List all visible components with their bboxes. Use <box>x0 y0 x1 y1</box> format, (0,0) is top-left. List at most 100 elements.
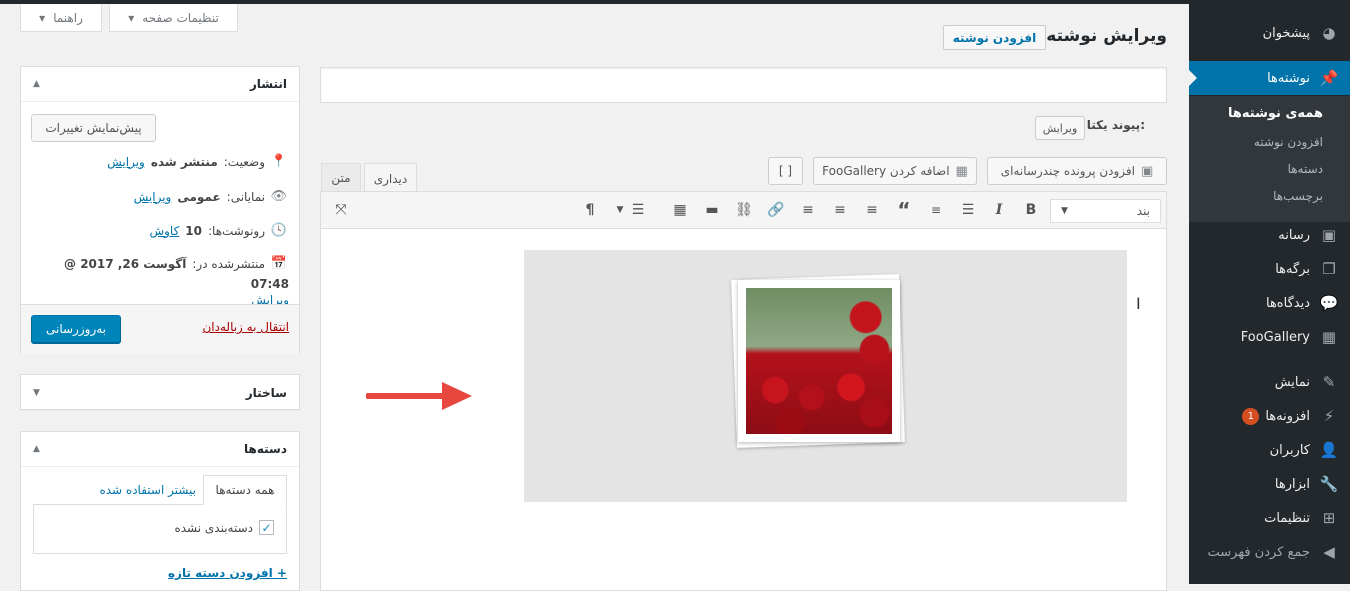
status-edit-link[interactable]: ویرایش <box>107 155 145 169</box>
brush-icon: ✎ <box>1322 373 1336 391</box>
checkbox-checked-icon[interactable]: ✓ <box>259 520 274 535</box>
pages-icon: ❐ <box>1322 260 1336 278</box>
menu-item-appearance[interactable]: ✎ نمایش <box>1189 365 1350 399</box>
toggle-up-icon[interactable]: ▲ <box>33 79 40 89</box>
menu-item-settings[interactable]: ⊞ تنظیمات <box>1189 501 1350 535</box>
wrench-icon: 🔧 <box>1319 475 1339 493</box>
media-icon: ▣ <box>1321 226 1337 244</box>
update-button[interactable]: به‌روزرسانی <box>31 315 121 343</box>
chevron-down-icon: ▾ <box>39 10 46 25</box>
menu-item-tools[interactable]: 🔧 ابزارها <box>1189 467 1350 501</box>
visibility-edit-link[interactable]: ویرایش <box>134 190 172 204</box>
categories-box-title: دسته‌ها <box>244 442 287 456</box>
add-media-button[interactable]: ▣ افزودن پرونده چندرسانه‌ای <box>987 157 1167 185</box>
published-date-row: 📅 منتشرشده در: آگوست 26, 2017 @ <box>64 256 287 271</box>
italic-icon[interactable]: I <box>988 200 1010 220</box>
add-new-category-link[interactable]: + افزودن دسته تازه <box>168 566 287 580</box>
published-time-row: 07:48 <box>250 277 289 291</box>
toggle-up-icon[interactable]: ▲ <box>33 444 40 454</box>
menu-collapse[interactable]: ◀ جمع کردن فهرست <box>1189 535 1350 569</box>
visibility-row: 👁 نمایانی: عمومی ویرایش <box>133 189 287 204</box>
menu-item-comments[interactable]: 💬 دیدگاه‌ها <box>1189 286 1350 320</box>
gallery-icon: ▦ <box>1321 328 1337 346</box>
dashboard-icon: ◕ <box>1322 24 1336 42</box>
editor-toolbar: بند ▼ B I ☰ ≡ “ ≡ ≡ ≡ 🔗 ⛓ ▬ ▦ ☰ ▼ ¶ ⤧ <box>321 192 1166 229</box>
publish-box: انتشار ▲ پیش‌نمایش تغییرات 📍 وضعیت: منتشر ش… <box>20 66 300 354</box>
plugin-icon: ⚡ <box>1323 407 1335 425</box>
pin-icon: 📍 <box>270 154 287 169</box>
posts-submenu: همه‌ی نوشته‌ها افزودن نوشته دسته‌ها برچس… <box>1189 96 1350 222</box>
red-arrow-annotation <box>366 382 472 410</box>
toggle-down-icon[interactable]: ▼ <box>33 388 40 398</box>
comments-icon: 💬 <box>1319 294 1339 312</box>
collapse-icon: ◀ <box>1323 543 1335 561</box>
gallery-image <box>738 280 900 442</box>
page-title: ویرایش نوشته <box>1046 26 1167 46</box>
menu-item-posts[interactable]: 📌 نوشته‌ها <box>1189 61 1350 95</box>
post-title-input[interactable] <box>320 67 1167 103</box>
structure-box: ساختار ▼ <box>20 374 300 410</box>
align-right-icon[interactable]: ≡ <box>797 200 819 220</box>
history-icon: 🕓 <box>270 223 287 238</box>
paragraph-icon[interactable]: ¶ <box>579 200 601 220</box>
category-list: ✓ دسته‌بندی نشده <box>33 504 287 554</box>
tab-visual[interactable]: دیداری <box>364 163 417 193</box>
fullscreen-icon[interactable]: ⤧ <box>330 200 352 220</box>
submenu-all-posts[interactable]: همه‌ی نوشته‌ها <box>1228 106 1323 121</box>
chevron-down-icon: ▾ <box>128 10 135 25</box>
text-cursor-icon: I <box>1136 294 1141 313</box>
tab-most-used[interactable]: بیشتر استفاده شده <box>99 483 196 497</box>
submenu-tags[interactable]: برچسب‌ها <box>1273 189 1323 203</box>
tab-all-categories[interactable]: همه دسته‌ها <box>203 475 287 505</box>
gallery-icon: ▦ <box>955 163 968 179</box>
align-left-icon[interactable]: ≡ <box>861 200 883 220</box>
foogallery-preview[interactable] <box>524 250 1127 502</box>
permalink-edit-button[interactable]: ویرایش <box>1035 116 1085 140</box>
submenu-add-post[interactable]: افزودن نوشته <box>1254 135 1323 149</box>
status-row: 📍 وضعیت: منتشر شده ویرایش <box>107 154 287 169</box>
add-foogallery-button[interactable]: ▦ اضافه کردن FooGallery <box>813 157 977 185</box>
submenu-categories[interactable]: دسته‌ها <box>1288 162 1323 176</box>
numbered-list-icon[interactable]: ≡ <box>925 200 947 220</box>
publish-actions: انتقال به زباله‌دان به‌روزرسانی <box>21 304 299 354</box>
blockquote-icon[interactable]: “ <box>893 198 915 222</box>
calendar-icon: 📅 <box>270 256 287 271</box>
move-to-trash-link[interactable]: انتقال به زباله‌دان <box>202 320 289 334</box>
category-item[interactable]: ✓ دسته‌بندی نشده <box>174 520 274 535</box>
revisions-browse-link[interactable]: کاوش <box>149 224 179 238</box>
toolbar-toggle-icon[interactable]: ▦ <box>669 200 691 220</box>
publish-box-title: انتشار <box>249 77 287 91</box>
chevron-down-icon: ▼ <box>1061 206 1068 216</box>
chevron-down-icon[interactable]: ▼ <box>609 200 631 220</box>
menu-item-users[interactable]: 👤 کاربران <box>1189 433 1350 467</box>
menu-item-media[interactable]: ▣ رسانه <box>1189 218 1350 252</box>
menu-item-pages[interactable]: ❐ برگه‌ها <box>1189 252 1350 286</box>
add-new-post-button[interactable]: افزودن نوشته <box>943 25 1046 50</box>
help-button[interactable]: راهنما ▾ <box>20 4 102 32</box>
format-select[interactable]: بند ▼ <box>1050 199 1161 223</box>
unlink-icon[interactable]: ⛓ <box>733 200 755 220</box>
read-more-icon[interactable]: ▬ <box>701 200 723 220</box>
eye-icon: 👁 <box>270 189 287 204</box>
screen-options-button[interactable]: تنظیمات صفحه ▾ <box>109 4 238 32</box>
menu-item-foogallery[interactable]: ▦ FooGallery <box>1189 320 1350 354</box>
update-count-badge: 1 <box>1242 407 1260 425</box>
tab-text[interactable]: متن <box>321 163 361 192</box>
settings-icon: ⊞ <box>1322 509 1336 527</box>
admin-menu: ◕ پیشخوان 📌 نوشته‌ها همه‌ی نوشته‌ها افزودن… <box>1189 0 1350 584</box>
menu-item-dashboard[interactable]: ◕ پیشخوان <box>1189 16 1350 50</box>
revisions-row: 🕓 رونوشت‌ها: 10 کاوش <box>149 223 287 238</box>
bullet-list-icon[interactable]: ☰ <box>957 200 979 220</box>
bold-icon[interactable]: B <box>1020 200 1042 220</box>
align-center-icon[interactable]: ≡ <box>829 200 851 220</box>
shortcode-button[interactable]: [ ] <box>768 157 803 185</box>
users-icon: 👤 <box>1319 441 1339 459</box>
link-icon[interactable]: 🔗 <box>765 200 787 220</box>
permalink-label: پیوند یکتا: <box>1086 118 1145 132</box>
media-icon: ▣ <box>1141 163 1154 179</box>
pin-icon: 📌 <box>1319 69 1339 87</box>
categories-box: دسته‌ها ▲ همه دسته‌ها بیشتر استفاده شده ✓… <box>20 431 300 591</box>
menu-item-plugins[interactable]: ⚡ افزونه‌ها 1 <box>1189 399 1350 433</box>
structure-box-title: ساختار <box>245 385 287 400</box>
preview-changes-button[interactable]: پیش‌نمایش تغییرات <box>31 114 156 142</box>
